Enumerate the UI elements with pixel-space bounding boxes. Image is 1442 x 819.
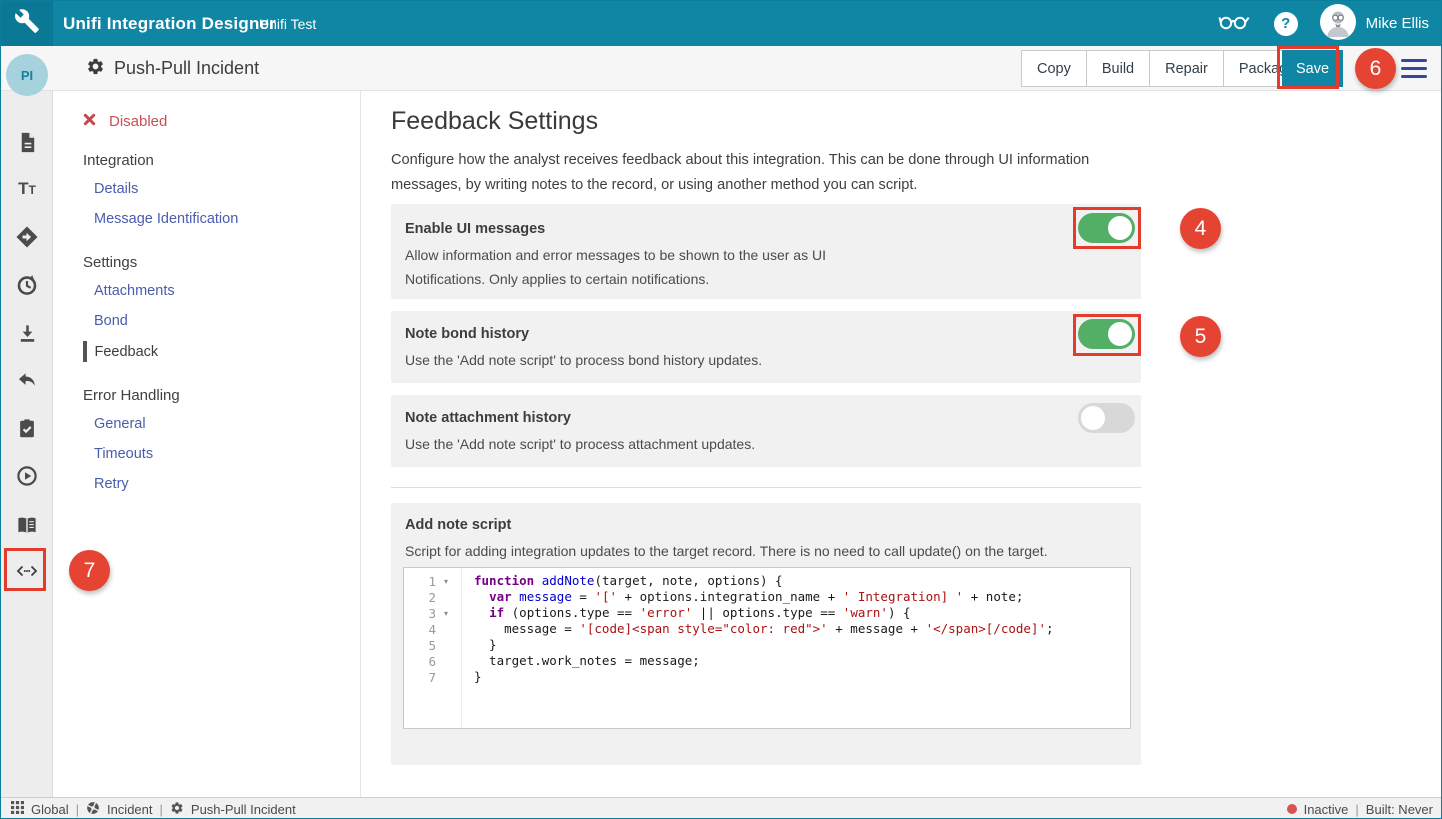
note-bond-history-toggle[interactable] xyxy=(1078,319,1135,349)
setting-description: Allow information and error messages to … xyxy=(405,243,865,291)
document-icon[interactable] xyxy=(1,129,53,155)
code-icon[interactable] xyxy=(1,557,53,583)
status-bar: Global | Incident | Push-Pull Incident I… xyxy=(1,797,1442,819)
nav-item-timeouts[interactable]: Timeouts xyxy=(94,446,153,462)
text-icon[interactable]: TT xyxy=(1,176,53,202)
annotation-badge-4: 4 xyxy=(1180,208,1221,249)
settings-nav: Disabled Integration Details Message Ide… xyxy=(54,91,361,797)
setting-card-enable-ui-messages: Enable UI messages Allow information and… xyxy=(391,204,1141,299)
app-logo[interactable] xyxy=(1,1,53,46)
nav-section-integration: Integration xyxy=(83,152,154,169)
enable-ui-messages-toggle[interactable] xyxy=(1078,213,1135,243)
copy-button[interactable]: Copy xyxy=(1021,50,1087,87)
book-icon[interactable] xyxy=(1,512,53,538)
breadcrumb-incident[interactable]: Incident xyxy=(107,802,153,817)
nav-section-error-handling: Error Handling xyxy=(83,387,180,404)
download-icon[interactable] xyxy=(1,320,53,346)
grid-icon xyxy=(11,801,24,817)
breadcrumb-integration[interactable]: Push-Pull Incident xyxy=(191,802,296,817)
nav-item-general[interactable]: General xyxy=(94,416,146,432)
setting-title: Add note script xyxy=(405,517,511,533)
play-icon[interactable] xyxy=(1,463,53,489)
incident-icon xyxy=(86,801,100,818)
user-name: Mike Ellis xyxy=(1366,15,1429,32)
icon-rail: TT ▶ xyxy=(1,91,53,797)
nav-section-settings: Settings xyxy=(83,254,137,271)
reply-icon[interactable] xyxy=(1,367,53,393)
menu-icon[interactable] xyxy=(1401,59,1427,78)
status-label: Inactive xyxy=(1304,802,1349,817)
setting-description: Use the 'Add note script' to process att… xyxy=(405,432,755,456)
build-button[interactable]: Build xyxy=(1086,50,1150,87)
breadcrumb-global[interactable]: Global xyxy=(31,802,69,817)
nav-item-disabled[interactable]: Disabled xyxy=(83,113,167,130)
built-label: Built: Never xyxy=(1366,802,1433,817)
setting-description: Script for adding integration updates to… xyxy=(405,539,1048,563)
top-bar: Unifi Integration Designer Unifi Test ? xyxy=(1,1,1442,46)
gear-icon-small xyxy=(170,801,184,818)
history-icon[interactable] xyxy=(1,272,53,298)
divider xyxy=(391,487,1141,488)
environment-name[interactable]: Unifi Test xyxy=(259,1,316,46)
nav-item-feedback-active[interactable]: Feedback xyxy=(83,341,158,362)
nav-item-attachments[interactable]: Attachments xyxy=(94,283,175,299)
help-icon[interactable]: ? xyxy=(1274,12,1298,36)
annotation-badge-5: 5 xyxy=(1180,316,1221,357)
editor-gutter[interactable]: 1▾23▾4567 xyxy=(404,568,462,728)
inactive-status-dot xyxy=(1287,804,1297,814)
wrench-icon xyxy=(14,8,40,39)
task-check-icon[interactable] xyxy=(1,415,53,441)
save-button[interactable]: Save xyxy=(1282,50,1343,87)
setting-title: Note bond history xyxy=(405,326,529,342)
page-title: Push-Pull Incident xyxy=(114,58,259,79)
nav-item-retry[interactable]: Retry xyxy=(94,476,129,492)
section-description: Configure how the analyst receives feedb… xyxy=(391,148,1143,198)
setting-title: Enable UI messages xyxy=(405,221,545,237)
setting-title: Note attachment history xyxy=(405,410,571,426)
setting-description: Use the 'Add note script' to process bon… xyxy=(405,348,762,372)
setting-card-add-note-script: Add note script Script for adding integr… xyxy=(391,503,1141,765)
note-attachment-history-toggle[interactable] xyxy=(1078,403,1135,433)
nav-item-details[interactable]: Details xyxy=(94,181,138,197)
app-title: Unifi Integration Designer xyxy=(63,1,276,46)
x-icon xyxy=(83,113,96,130)
annotation-badge-6: 6 xyxy=(1355,48,1396,89)
annotation-badge-7: 7 xyxy=(69,550,110,591)
diamond-arrow-icon[interactable] xyxy=(1,224,53,250)
section-heading: Feedback Settings xyxy=(391,107,598,136)
user-menu[interactable]: Mike Ellis xyxy=(1320,4,1429,44)
glasses-icon[interactable] xyxy=(1216,9,1252,38)
avatar xyxy=(1320,4,1356,44)
setting-card-note-attachment-history: Note attachment history Use the 'Add not… xyxy=(391,395,1141,467)
code-editor[interactable]: 1▾23▾4567 function addNote(target, note,… xyxy=(403,567,1131,729)
integration-avatar[interactable]: PI xyxy=(6,54,48,96)
nav-item-bond[interactable]: Bond xyxy=(94,313,128,329)
app-window: Unifi Integration Designer Unifi Test ? xyxy=(0,0,1442,819)
nav-item-message-identification[interactable]: Message Identification xyxy=(94,211,238,227)
setting-card-note-bond-history: Note bond history Use the 'Add note scri… xyxy=(391,311,1141,383)
repair-button[interactable]: Repair xyxy=(1149,50,1224,87)
active-indicator xyxy=(83,341,87,362)
gear-icon xyxy=(86,57,105,81)
editor-code[interactable]: function addNote(target, note, options) … xyxy=(462,568,1130,728)
